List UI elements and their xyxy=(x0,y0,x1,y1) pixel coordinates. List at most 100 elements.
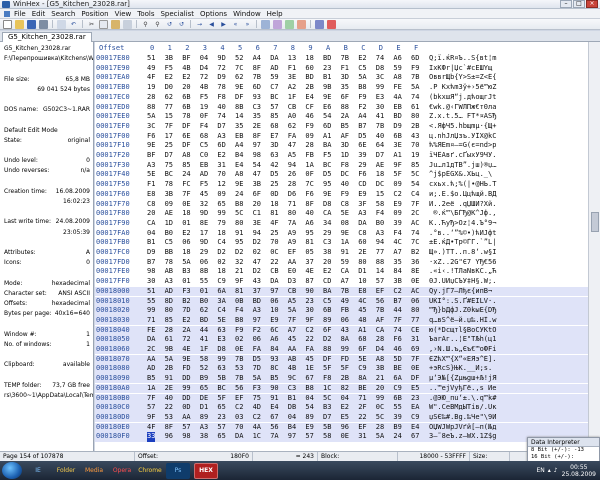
hex-byte[interactable]: 41 xyxy=(200,335,208,344)
hex-byte[interactable]: 3C xyxy=(147,122,155,131)
hex-byte[interactable]: 35 xyxy=(341,83,349,92)
hex-byte[interactable]: D9 xyxy=(147,248,155,257)
hex-byte[interactable]: 01 xyxy=(182,277,190,286)
hex-byte[interactable]: 4B xyxy=(288,364,296,373)
hex-byte[interactable]: BF xyxy=(147,151,155,160)
hex-byte[interactable]: 7C xyxy=(305,180,313,189)
hex-byte[interactable]: 43 xyxy=(253,277,261,286)
hex-byte[interactable]: A3 xyxy=(253,306,261,315)
hex-byte[interactable]: 18 xyxy=(305,54,313,63)
hex-byte[interactable]: 09 xyxy=(393,180,401,189)
hex-byte[interactable]: 88 xyxy=(376,258,384,267)
hex-byte[interactable]: A1 xyxy=(323,132,331,141)
hex-byte[interactable]: 18 xyxy=(376,170,384,179)
hex-byte[interactable]: E8 xyxy=(147,190,155,199)
network-icon[interactable]: ▴ xyxy=(548,467,551,474)
menu-edit[interactable]: Edit xyxy=(32,10,46,18)
find-text-icon[interactable]: ⚲ xyxy=(141,20,150,29)
ascii-text[interactable]: ћ%ЯЕm¤—=G(є=nd>p xyxy=(429,141,579,150)
hex-row[interactable]: 00017FA0 04 B0 E2 17 18 91 94 25 A9 95 29 9E C8 A3 F4 74… xyxy=(95,229,600,238)
hex-byte[interactable]: 74 xyxy=(393,326,401,335)
hex-byte[interactable]: BF xyxy=(182,54,190,63)
hex-byte[interactable]: 91 xyxy=(270,394,278,403)
hex-byte[interactable]: 62 xyxy=(200,306,208,315)
hex-byte[interactable]: 28 xyxy=(165,326,173,335)
hex-byte[interactable]: CB xyxy=(288,287,296,296)
hex-byte[interactable]: B5 xyxy=(341,122,349,131)
hex-byte[interactable]: 5C xyxy=(235,209,243,218)
hex-byte[interactable]: 43 xyxy=(341,326,349,335)
hex-byte[interactable]: 7F xyxy=(411,200,419,209)
hex-row[interactable]: 00018040 FE 28 2A 44 63 F9 F2 6C A7 C2 6F 43 A1 CA 74 CE… xyxy=(95,325,600,335)
hex-byte[interactable]: B8 xyxy=(235,200,243,209)
hex-byte[interactable]: 71 xyxy=(358,394,366,403)
hex-byte[interactable]: 2E xyxy=(165,384,173,393)
ram-icon[interactable] xyxy=(273,19,282,29)
hex-byte[interactable]: B0 xyxy=(376,219,384,228)
hex-byte[interactable]: 7F xyxy=(411,355,419,364)
hex-byte[interactable]: 72 xyxy=(200,73,208,82)
hex-byte[interactable]: 98 xyxy=(253,151,261,160)
hex-byte[interactable]: E2 xyxy=(341,403,349,412)
hex-byte[interactable]: 81 xyxy=(270,209,278,218)
hex-row[interactable]: 00018080 AD 2B FD 52 63 53 7D 8C 4B 1E 5F 5F C9 3B BE 0E… xyxy=(95,364,600,374)
menu-window[interactable]: Window xyxy=(233,10,261,18)
hex-byte[interactable]: 65 xyxy=(217,403,225,412)
hex-byte[interactable]: 37 xyxy=(305,258,313,267)
hex-byte[interactable]: 17 xyxy=(200,229,208,238)
hex-byte[interactable]: 23 xyxy=(305,297,313,306)
hex-byte[interactable]: AA xyxy=(147,355,155,364)
hex-row[interactable]: 00017FD0 B7 78 5A 06 02 32 47 22 AA 37 20 59 80 88 35 36… xyxy=(95,258,600,267)
hex-byte[interactable]: 58 xyxy=(323,432,331,441)
ascii-text[interactable]: 0Ј.UЙџCЪУ‡Н§.W;. xyxy=(429,277,579,286)
hex-byte[interactable]: C5 xyxy=(358,64,366,73)
hex-byte[interactable]: D7 xyxy=(165,151,173,160)
ascii-text[interactable]: ™Ђ}bДфЈ.Z0kыE{DЂ xyxy=(429,306,579,315)
hex-byte[interactable]: 53 xyxy=(235,364,243,373)
hex-byte[interactable]: B4 xyxy=(235,151,243,160)
hex-byte[interactable]: BA xyxy=(323,287,331,296)
hex-byte[interactable]: 51 xyxy=(147,287,155,296)
hex-byte[interactable]: 95 xyxy=(323,180,331,189)
hex-byte[interactable]: 2E xyxy=(358,248,366,257)
hex-byte[interactable]: 9D xyxy=(217,54,225,63)
hex-byte[interactable]: 39 xyxy=(358,151,366,160)
hex-byte[interactable]: 47 xyxy=(253,258,261,267)
hex-byte[interactable]: 90 xyxy=(270,384,278,393)
hex-row[interactable]: 00018050 DA 61 72 41 E3 02 06 A6 45 22 D2 8A 68 28 F6 31… xyxy=(95,335,600,345)
hex-byte[interactable]: 28 xyxy=(288,180,296,189)
hex-row[interactable]: 000180C0 57 22 0D D1 65 C2 4D E4 DB 54 B3 E2 2F 0C 55 EA… xyxy=(95,403,600,413)
hex-byte[interactable]: F1 xyxy=(288,64,296,73)
hex-byte[interactable]: 85 xyxy=(182,161,190,170)
hex-byte[interactable]: 5E xyxy=(217,316,225,325)
hex-byte[interactable]: BD xyxy=(305,73,313,82)
hex-byte[interactable]: B8 xyxy=(235,316,243,325)
hex-byte[interactable]: A5 xyxy=(288,151,296,160)
hex-byte[interactable]: C9 xyxy=(393,384,401,393)
hex-byte[interactable]: D2 xyxy=(235,248,243,257)
hex-byte[interactable]: 3C xyxy=(376,73,384,82)
hex-byte[interactable]: 6E xyxy=(358,141,366,150)
hex-byte[interactable]: 2E xyxy=(253,122,261,131)
hex-byte[interactable]: 7D xyxy=(182,306,190,315)
hex-byte[interactable]: 24 xyxy=(393,432,401,441)
ascii-text[interactable]: ,›N.Ш.ъ„Єъ€™oФFi xyxy=(429,345,579,354)
hex-row[interactable]: 00017FF0 30 A3 01 55 C9 9F 43 DA D3 87 CD A7 10 57 3B 0E… xyxy=(95,277,600,286)
hex-byte[interactable]: E0 xyxy=(288,267,296,276)
hex-byte[interactable]: E5 xyxy=(341,413,349,422)
hex-byte[interactable]: 89 xyxy=(200,413,208,422)
ascii-text[interactable]: ­+эRcS}ЊK.__Й;ѕ. xyxy=(429,364,579,373)
hex-byte[interactable]: B1 xyxy=(323,73,331,82)
hex-byte[interactable]: 28 xyxy=(305,141,313,150)
hex-byte[interactable]: 55 xyxy=(200,277,208,286)
hex-byte[interactable]: 94 xyxy=(288,161,296,170)
clock[interactable]: 00:55 25.08.2009 xyxy=(562,464,596,478)
hex-byte[interactable]: B2 xyxy=(182,297,190,306)
hex-byte[interactable]: 77 xyxy=(376,248,384,257)
hex-row[interactable]: 00017F90 CA 1D 01 8E 79 80 3E 4F 7A A6 34 08 DA B0 39 AC… xyxy=(95,219,600,228)
hex-byte[interactable]: 67 xyxy=(270,413,278,422)
hex-byte[interactable]: 65 xyxy=(200,384,208,393)
hex-byte[interactable]: C3 xyxy=(253,103,261,112)
hex-byte[interactable]: BE xyxy=(358,384,366,393)
hex-byte[interactable]: 31 xyxy=(358,432,366,441)
